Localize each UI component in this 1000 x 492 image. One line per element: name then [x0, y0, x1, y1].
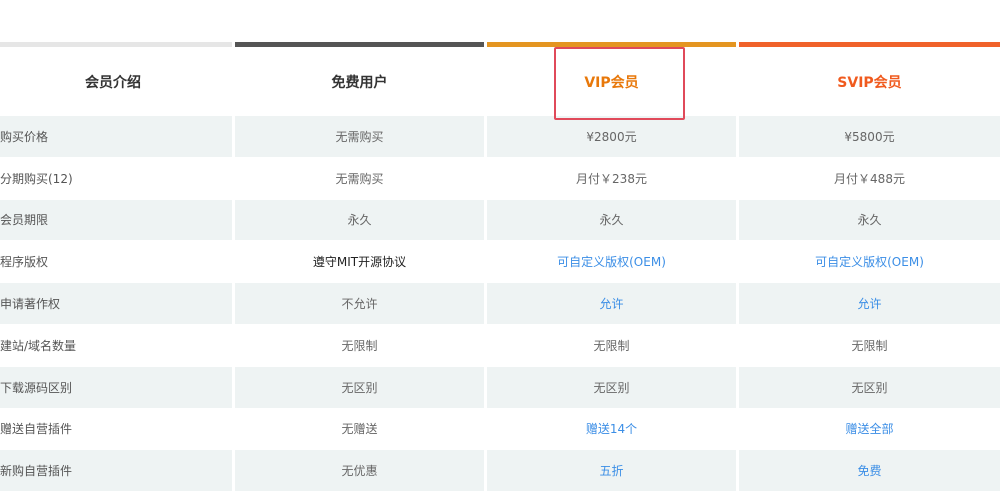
header-svip-label: SVIP会员	[837, 75, 902, 91]
cell-text: 新购自营插件	[0, 464, 73, 479]
table-cell-label: 建站/域名数量	[0, 324, 235, 367]
table-cell-free: 不允许	[235, 283, 487, 325]
free-accent-bar	[235, 42, 484, 47]
cell-text: 申请著作权	[0, 297, 61, 312]
table-cell-svip: 允许	[739, 283, 1000, 325]
table-cell-svip: 无区别	[739, 366, 1000, 409]
table-cell-label: 程序版权	[0, 241, 235, 284]
header-free: 免费用户	[235, 48, 484, 116]
cell-text: 赠送全部	[845, 422, 894, 437]
cell-text: 允许	[857, 297, 882, 312]
table-cell-label: 下载源码区别	[0, 366, 235, 409]
table-cell-vip: 永久	[487, 199, 739, 242]
table-row: 申请著作权 不允许 允许 允许	[0, 283, 1000, 325]
table-cell-label: 购买价格	[0, 116, 235, 158]
cell-text: 无优惠	[341, 464, 378, 479]
cell-text: 可自定义版权(OEM)	[815, 255, 924, 270]
cell-text: 不允许	[341, 297, 378, 312]
table-cell-free: 无需购买	[235, 116, 487, 158]
table-row: 分期购买(12) 无需购买 月付￥238元 月付￥488元	[0, 157, 1000, 200]
cell-text: 永久	[347, 213, 372, 228]
table-row: 建站/域名数量 无限制 无限制 无限制	[0, 324, 1000, 367]
table-cell-label: 会员期限	[0, 199, 235, 242]
membership-comparison: 会员介绍 免费用户 VIP会员 SVIP会员 购买价格 无需购买 ¥2800元 ¥58…	[0, 0, 1000, 492]
table-cell-free: 无需购买	[235, 157, 487, 200]
intro-accent-bar	[0, 42, 232, 47]
cell-text: 无区别	[593, 380, 630, 395]
table-cell-label: 申请著作权	[0, 283, 235, 325]
header-free-label: 免费用户	[331, 75, 388, 91]
cell-text: 无限制	[341, 338, 378, 353]
cell-text: 程序版权	[0, 255, 49, 270]
cell-text: 月付￥238元	[576, 171, 647, 186]
cell-text: 无区别	[851, 380, 888, 395]
table-header-row: 会员介绍 免费用户 VIP会员 SVIP会员	[0, 48, 1000, 116]
table-cell-svip: 无限制	[739, 324, 1000, 367]
header-intro-label: 会员介绍	[85, 75, 141, 91]
cell-text: 可自定义版权(OEM)	[557, 255, 666, 270]
table-row: 程序版权 遵守MIT开源协议 可自定义版权(OEM) 可自定义版权(OEM)	[0, 241, 1000, 284]
cell-text: 永久	[599, 213, 624, 228]
table-cell-vip: ¥2800元	[487, 116, 739, 158]
table-cell-free: 无区别	[235, 366, 487, 409]
cell-text: 无需购买	[335, 129, 384, 144]
table-cell-svip: 可自定义版权(OEM)	[739, 241, 1000, 284]
cell-text: 赠送14个	[585, 422, 638, 437]
cell-text: 免费	[857, 464, 882, 479]
cell-text: 允许	[599, 297, 624, 312]
table-cell-free: 永久	[235, 199, 487, 242]
table-row: 下载源码区别 无区别 无区别 无区别	[0, 366, 1000, 409]
table-cell-vip: 可自定义版权(OEM)	[487, 241, 739, 284]
table-cell-vip: 无限制	[487, 324, 739, 367]
table-cell-free: 无赠送	[235, 408, 487, 451]
cell-text: 无赠送	[341, 422, 378, 437]
table-cell-svip: ¥5800元	[739, 116, 1000, 158]
cell-text: 下载源码区别	[0, 380, 73, 395]
header-svip: SVIP会员	[739, 48, 1000, 116]
svip-accent-bar	[739, 42, 1000, 47]
cell-text: 永久	[857, 213, 882, 228]
cell-text: 赠送自营插件	[0, 422, 73, 437]
cell-text: 五折	[599, 464, 624, 479]
table-row: 会员期限 永久 永久 永久	[0, 199, 1000, 242]
table-row: 赠送自营插件 无赠送 赠送14个 赠送全部	[0, 408, 1000, 451]
table-cell-vip: 赠送14个	[487, 408, 739, 451]
cell-text: 无需购买	[335, 171, 384, 186]
cell-text: 无限制	[593, 338, 630, 353]
table-cell-svip: 永久	[739, 199, 1000, 242]
cell-text: 无区别	[341, 380, 378, 395]
cell-text: 购买价格	[0, 129, 49, 144]
table-cell-svip: 月付￥488元	[739, 157, 1000, 200]
table-cell-vip: 允许	[487, 283, 739, 325]
table-cell-free: 无限制	[235, 324, 487, 367]
table-cell-svip: 赠送全部	[739, 408, 1000, 451]
header-intro: 会员介绍	[0, 48, 232, 116]
cell-text: 月付￥488元	[834, 171, 905, 186]
cell-text: 会员期限	[0, 213, 49, 228]
comparison-table: 会员介绍 免费用户 VIP会员 SVIP会员 购买价格 无需购买 ¥2800元 ¥58…	[0, 48, 1000, 492]
table-cell-vip: 月付￥238元	[487, 157, 739, 200]
cell-text: 建站/域名数量	[0, 338, 77, 353]
cell-text: ¥2800元	[586, 129, 637, 144]
table-cell-label: 赠送自营插件	[0, 408, 235, 451]
vip-highlight-box	[554, 47, 685, 120]
cell-text: 遵守MIT开源协议	[312, 255, 407, 270]
column-accent-bars	[0, 42, 1000, 47]
table-cell-free: 遵守MIT开源协议	[235, 241, 487, 284]
table-cell-vip: 无区别	[487, 366, 739, 409]
table-body: 购买价格 无需购买 ¥2800元 ¥5800元 分期购买(12) 无需购买 月付￥238元月…	[0, 116, 1000, 492]
table-cell-label: 分期购买(12)	[0, 157, 235, 200]
cell-text: 分期购买(12)	[0, 171, 73, 186]
cell-text: ¥5800元	[844, 129, 895, 144]
table-row: 购买价格 无需购买 ¥2800元 ¥5800元	[0, 116, 1000, 158]
cell-text: 无限制	[851, 338, 888, 353]
